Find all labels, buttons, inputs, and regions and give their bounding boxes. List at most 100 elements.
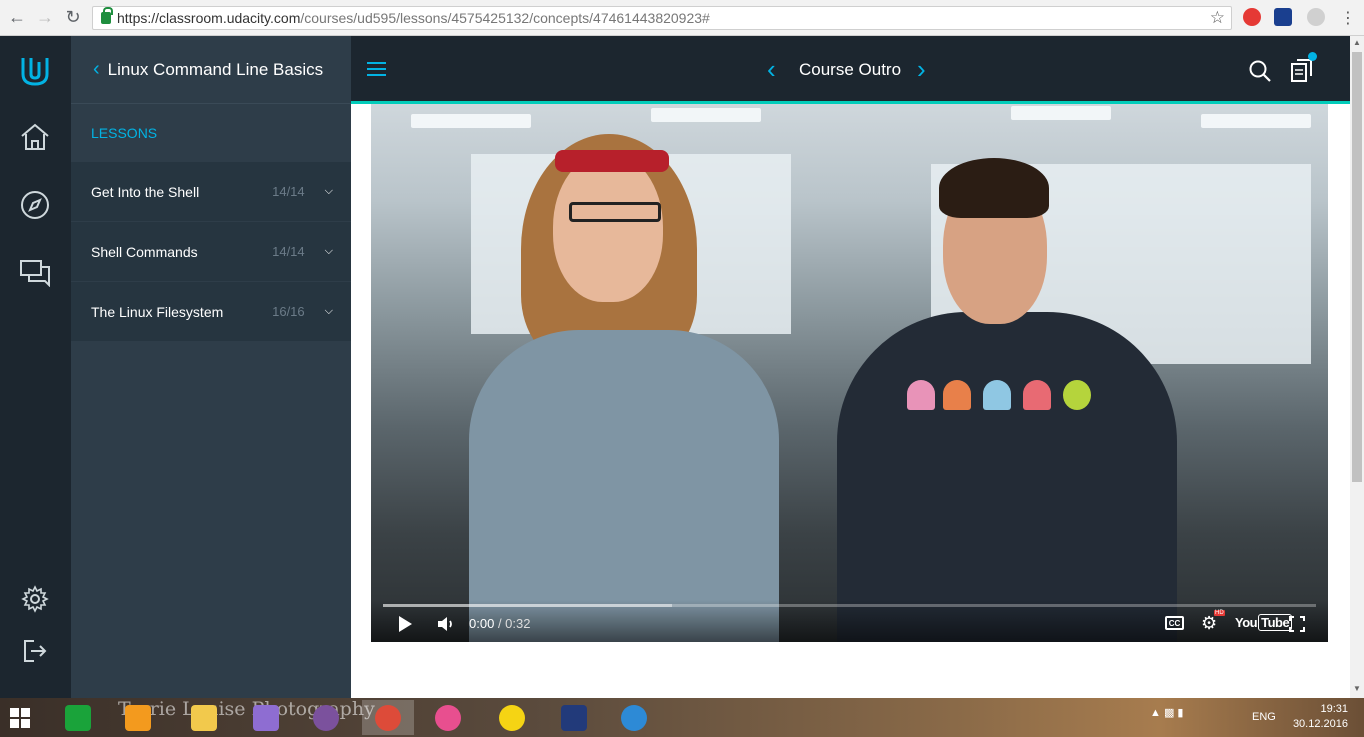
chevron-down-icon[interactable]: ⌵: [325, 305, 333, 318]
presenter-left: [553, 152, 663, 302]
current-time: 0:00: [469, 616, 495, 631]
chevron-down-icon[interactable]: ⌵: [325, 185, 333, 198]
url-path: /courses/ud595/lessons/4575425132/concep…: [300, 10, 710, 26]
video-scene: [1011, 106, 1111, 120]
taskbar-app-color-wheel[interactable]: [422, 700, 474, 735]
video-player[interactable]: 0:00 / 0:32 CC ⚙ HD You Tube: [371, 104, 1328, 642]
lesson-item[interactable]: Get Into the Shell 14/14 ⌵: [71, 162, 351, 222]
lesson-item[interactable]: Shell Commands 14/14 ⌵: [71, 222, 351, 282]
extension-misc-icon[interactable]: [1307, 8, 1325, 26]
next-concept-icon[interactable]: ›: [917, 54, 926, 85]
forward-icon[interactable]: →: [34, 7, 56, 29]
video-scene: [651, 108, 761, 122]
app-rail: [0, 36, 71, 698]
taskbar-app-media-player[interactable]: [112, 700, 164, 735]
lesson-name: Get Into the Shell: [91, 183, 200, 200]
notification-dot: [1308, 52, 1317, 61]
shirt-logo-shape: [907, 380, 935, 410]
shirt-logo-shape: [1063, 380, 1091, 410]
video-settings-icon[interactable]: ⚙: [1201, 613, 1217, 634]
safari-icon: [621, 704, 647, 731]
chevron-down-icon[interactable]: ⌵: [325, 245, 333, 258]
play-icon[interactable]: [399, 616, 412, 632]
video-scene: [411, 114, 531, 128]
chrome-icon: [375, 704, 401, 731]
address-bar[interactable]: https://classroom.udacity.com/courses/ud…: [92, 6, 1232, 30]
viber-icon: [313, 704, 339, 731]
browser-toolbar: ← → ↻ https://classroom.udacity.com/cour…: [0, 0, 1364, 36]
scroll-down-icon[interactable]: ▼: [1353, 684, 1361, 693]
shirt-logo-shape: [1023, 380, 1051, 410]
taskbar-app-viber[interactable]: [300, 700, 352, 735]
extension-opera-icon[interactable]: [1243, 8, 1261, 26]
language-indicator[interactable]: ENG: [1252, 711, 1276, 723]
taskbar-app-chrome[interactable]: [362, 700, 414, 735]
chat-icon[interactable]: [18, 256, 52, 290]
back-icon[interactable]: ←: [6, 7, 28, 29]
bookmark-star-icon[interactable]: ☆: [1210, 8, 1225, 28]
page-scrollbar[interactable]: ▲ ▼: [1350, 36, 1364, 698]
visual-studio-icon: [253, 704, 279, 731]
course-back-link[interactable]: ‹ Linux Command Line Basics: [71, 36, 351, 104]
taskbar-app-file-explorer[interactable]: [178, 700, 230, 735]
menu-icon[interactable]: [367, 62, 386, 80]
settings-icon[interactable]: [18, 582, 52, 616]
video-progress-bar[interactable]: [383, 604, 1316, 607]
extension-translate-icon[interactable]: [1274, 8, 1292, 26]
search-icon[interactable]: [1249, 60, 1271, 87]
lesson-progress: 16/16: [272, 304, 305, 319]
moon-app-icon: [561, 704, 587, 731]
color-wheel-icon: [435, 704, 461, 731]
previous-concept-icon[interactable]: ‹: [767, 54, 776, 85]
home-icon[interactable]: [18, 120, 52, 154]
fullscreen-icon[interactable]: [1289, 616, 1305, 632]
duration: / 0:32: [497, 616, 531, 631]
udacity-logo-icon[interactable]: [18, 54, 52, 88]
taskbar-app-store[interactable]: [52, 700, 104, 735]
shirt-logo-shape: [943, 380, 971, 410]
windows-start-icon[interactable]: [10, 708, 30, 728]
reload-icon[interactable]: ↻: [62, 7, 84, 29]
file-explorer-icon: [191, 704, 217, 731]
notes-icon[interactable]: [1291, 52, 1317, 87]
captions-button[interactable]: CC: [1165, 616, 1184, 630]
presenter-left: [469, 330, 779, 642]
lesson-item[interactable]: The Linux Filesystem 16/16 ⌵: [71, 282, 351, 342]
store-icon: [65, 704, 91, 731]
volume-icon[interactable]: [437, 616, 455, 637]
scroll-up-icon[interactable]: ▲: [1353, 38, 1361, 47]
clock-date: 30.12.2016: [1292, 718, 1348, 730]
lesson-name: The Linux Filesystem: [91, 303, 224, 320]
concept-title: Course Outro: [799, 60, 902, 79]
youtube-logo-text: You: [1235, 615, 1258, 630]
taskbar-app-smiley[interactable]: [486, 700, 538, 735]
clock-time: 19:31: [1320, 703, 1348, 715]
taskbar-app-safari[interactable]: [608, 700, 660, 735]
presenter-right: [939, 158, 1049, 218]
compass-icon[interactable]: [18, 188, 52, 222]
browser-menu-icon[interactable]: ⋮: [1340, 8, 1356, 28]
youtube-logo[interactable]: You Tube: [1235, 614, 1293, 631]
concept-header: ‹ Course Outro ›: [351, 36, 1364, 104]
concept-content: 0:00 / 0:32 CC ⚙ HD You Tube: [351, 104, 1350, 698]
smiley-icon: [499, 704, 525, 731]
shirt-logo-shape: [983, 380, 1011, 410]
media-player-icon: [125, 704, 151, 731]
lock-icon: [101, 7, 113, 24]
logout-icon[interactable]: [18, 634, 52, 668]
hd-badge: HD: [1214, 610, 1225, 616]
presenter-left: [569, 202, 661, 222]
course-title: Linux Command Line Basics: [107, 59, 324, 79]
lesson-progress: 14/14: [272, 184, 305, 199]
taskbar-clock[interactable]: 19:31 30.12.2016: [1290, 702, 1348, 732]
windows-taskbar: Torrie Louise Photography ▲ ▩ ▮ ENG 19:3…: [0, 698, 1364, 737]
system-tray-icons[interactable]: ▲ ▩ ▮: [1150, 706, 1183, 719]
chevron-left-icon: ‹: [93, 58, 100, 80]
presenter-left: [555, 150, 669, 172]
taskbar-app-moon-app[interactable]: [548, 700, 600, 735]
taskbar-app-visual-studio[interactable]: [240, 700, 292, 735]
scroll-thumb[interactable]: [1352, 52, 1362, 482]
video-buffer-bar: [383, 604, 673, 607]
lesson-sidebar: ‹ Linux Command Line Basics LESSONS Get …: [71, 36, 351, 698]
lessons-heading: LESSONS: [91, 125, 158, 141]
